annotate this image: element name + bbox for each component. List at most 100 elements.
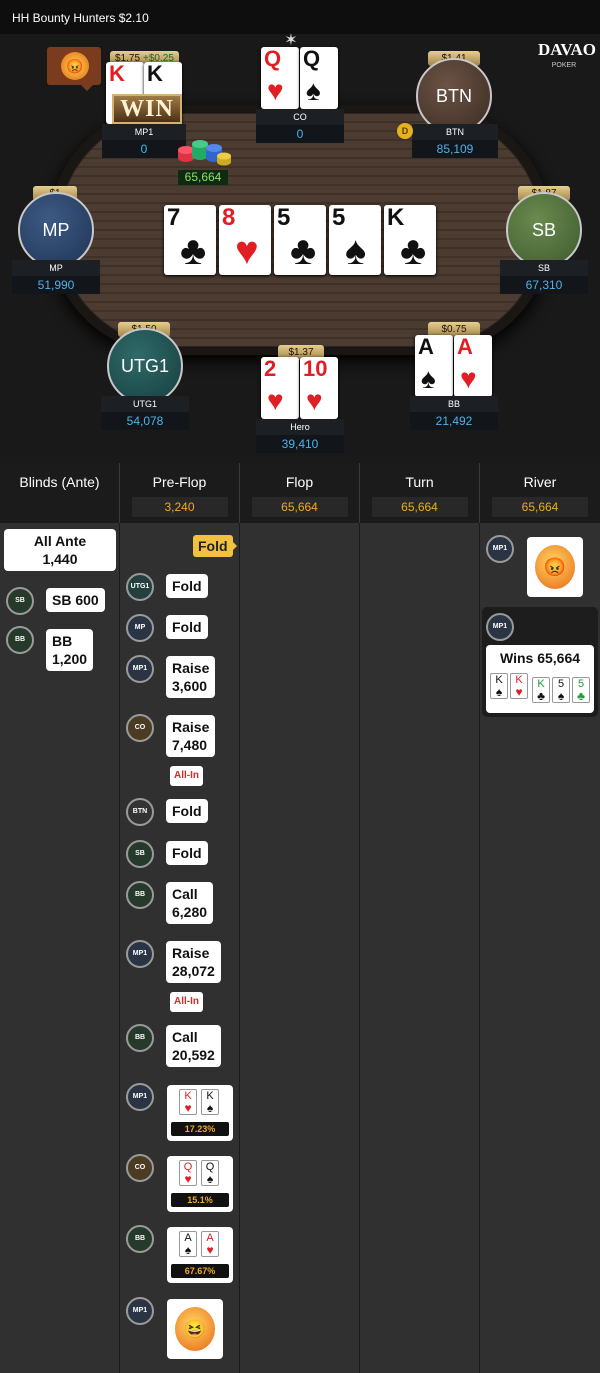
mp-name: MP <box>12 260 100 276</box>
showdown-bb-card-2: A ♥ <box>201 1231 219 1257</box>
sb-avatar[interactable]: SB <box>506 192 582 268</box>
winner-card-5: 5 ♣ <box>572 677 590 703</box>
board-card-4: 5 ♠ <box>329 205 381 275</box>
action-chip-mp1: MP1 <box>126 655 154 683</box>
winner-summary: Wins 65,664 K ♠ K ♥ K ♣ 5 ♠ 5 ♣ <box>486 645 594 713</box>
action-bubble-btn: Fold <box>166 799 208 823</box>
header-river: River 65,664 <box>480 463 600 523</box>
action-chip-bb: BB <box>126 881 154 909</box>
action-bubble-co-raise: Raise 7,480 <box>166 715 216 757</box>
header-turn-title: Turn <box>405 474 434 490</box>
winner-card-1: K ♠ <box>490 673 508 699</box>
showdown-co-card-1: Q ♥ <box>179 1160 197 1186</box>
header-preflop: Pre-Flop 3,240 <box>120 463 240 523</box>
win-badge: WIN <box>112 94 182 124</box>
btn-stack: 85,109 <box>412 140 498 158</box>
hero-card-2: 10 ♥ <box>300 357 338 419</box>
showdown-mp1-card-1: K ♥ <box>179 1089 197 1115</box>
mp-stack: 51,990 <box>12 276 100 294</box>
bb-blind-value: 1,200 <box>52 651 88 667</box>
action-bubble-mp: Fold <box>166 615 208 639</box>
header-river-pot: 65,664 <box>492 497 588 517</box>
header-blinds: Blinds (Ante) <box>0 463 120 523</box>
column-turn <box>360 523 480 1373</box>
utg1-name: UTG1 <box>101 396 189 412</box>
ante-value: 1,440 <box>42 551 78 567</box>
header-turn: Turn 65,664 <box>360 463 480 523</box>
river-emote-chip: MP1 <box>486 535 514 563</box>
utg1-avatar[interactable]: UTG1 <box>107 328 183 404</box>
hero-stack: 39,410 <box>256 435 344 453</box>
hand-title: HH Bounty Hunters $2.10 <box>0 0 600 34</box>
btn-avatar[interactable]: BTN <box>416 58 492 134</box>
action-chip-bb-2: BB <box>126 1024 154 1052</box>
board-card-1: 7 ♣ <box>164 205 216 275</box>
sb-blind-text: SB 600 <box>46 588 105 612</box>
mp1-allin-tag: All-In <box>170 992 203 1012</box>
brand-logo: DAVAO POKER <box>538 41 596 74</box>
logo-main: DAVAO <box>538 40 596 59</box>
showdown-bb-equity: 67.67% <box>171 1264 229 1278</box>
header-preflop-pot: 3,240 <box>131 497 228 517</box>
co-stack: 0 <box>256 125 344 143</box>
action-bubble-utg1: Fold <box>166 574 208 598</box>
angry-emoji-icon: 😡 <box>61 52 89 80</box>
angry-emoji-icon: 😡 <box>535 545 575 589</box>
showdown-mp1-equity: 17.23% <box>171 1122 229 1136</box>
action-chip-mp: MP <box>126 614 154 642</box>
sb-chip: SB <box>6 587 34 615</box>
header-preflop-title: Pre-Flop <box>152 474 207 490</box>
winner-box: MP1 Wins 65,664 K ♠ K ♥ K ♣ 5 ♠ 5 ♣ <box>482 607 598 717</box>
emote-preflop: 😆 <box>167 1299 223 1359</box>
action-bubble-bb-call: Call 6,280 <box>166 882 214 924</box>
showdown-co-equity: 15.1% <box>171 1193 229 1207</box>
ante-label: All Ante <box>33 533 87 549</box>
header-flop-pot: 65,664 <box>251 497 348 517</box>
showdown-bb-card-1: A ♠ <box>179 1231 197 1257</box>
laughing-emoji-icon: 😆 <box>175 1307 215 1351</box>
showdown-mp1-card-2: K ♠ <box>201 1089 219 1115</box>
co-name: CO <box>256 109 344 125</box>
co-allin-tag: All-In <box>170 766 203 786</box>
header-flop-title: Flop <box>285 474 314 490</box>
sb-stack: 67,310 <box>500 276 588 294</box>
bb-stack: 21,492 <box>410 412 498 430</box>
action-chip-btn: BTN <box>126 798 154 826</box>
action-bubble-mp1-reraise: Raise 28,072 <box>166 941 221 983</box>
showdown-chip-bb: BB <box>126 1225 154 1253</box>
showdown-co: Q ♥ Q ♠ 15.1% <box>167 1156 233 1212</box>
action-bubble-mp1-raise: Raise 3,600 <box>166 656 216 698</box>
mp-avatar[interactable]: MP <box>18 192 94 268</box>
header-blinds-title: Blinds (Ante) <box>19 474 100 490</box>
bb-blind-label: BB <box>52 633 73 649</box>
showdown-bb: A ♠ A ♥ 67.67% <box>167 1227 233 1283</box>
emote-bubble: 😡 <box>47 47 101 91</box>
mp1-name: MP1 <box>102 124 186 140</box>
action-chip-sb: SB <box>126 840 154 868</box>
action-chip-mp1-2: MP1 <box>126 940 154 968</box>
column-flop <box>240 523 360 1373</box>
winner-chip: MP1 <box>486 613 514 641</box>
showdown-chip-mp1: MP1 <box>126 1083 154 1111</box>
hero-name: Hero <box>256 419 344 435</box>
table-view: HH Bounty Hunters $2.10 DAVAO POKER 😡 ✶ $… <box>0 0 600 463</box>
emote-chip-mp1: MP1 <box>126 1297 154 1325</box>
bb-chip: BB <box>6 626 34 654</box>
action-chip-utg1: UTG1 <box>126 573 154 601</box>
action-chip-co: CO <box>126 714 154 742</box>
showdown-co-card-2: Q ♠ <box>201 1160 219 1186</box>
board-card-3: 5 ♣ <box>274 205 326 275</box>
showdown-mp1: K ♥ K ♠ 17.23% <box>167 1085 233 1141</box>
winner-card-2: K ♥ <box>510 673 528 699</box>
pot-amount: 65,664 <box>178 170 228 185</box>
sb-name: SB <box>500 260 588 276</box>
action-bubble-bb-call-2: Call 20,592 <box>166 1025 221 1067</box>
winner-text: Wins 65,664 <box>499 650 581 666</box>
mp1-stack: 0 <box>102 140 186 158</box>
winner-card-4: 5 ♠ <box>552 677 570 703</box>
ante-box: All Ante 1,440 <box>4 529 116 571</box>
bb-card-2: A ♥ <box>454 335 492 397</box>
board-card-5: K ♣ <box>384 205 436 275</box>
action-bubble-sb: Fold <box>166 841 208 865</box>
header-river-title: River <box>523 474 557 490</box>
